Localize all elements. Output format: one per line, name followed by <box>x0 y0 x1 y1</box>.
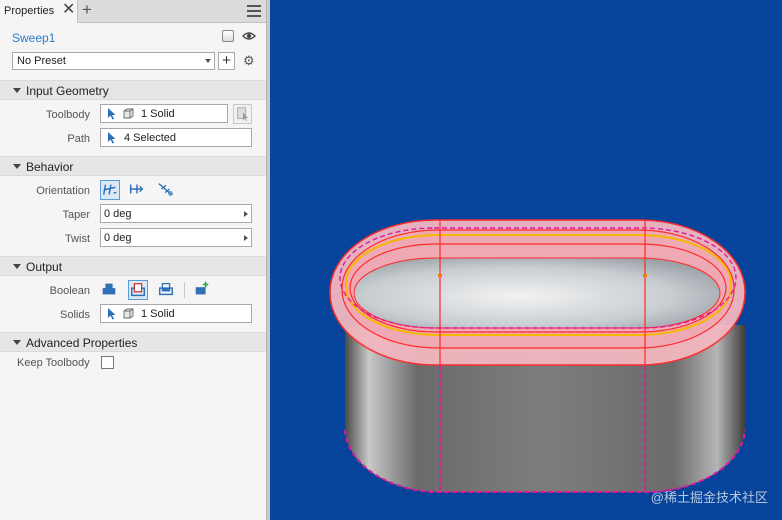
menu-icon[interactable] <box>247 5 261 17</box>
add-tab-icon[interactable]: + <box>82 1 92 19</box>
section-output[interactable]: Output <box>0 256 266 276</box>
watermark: @稀土掘金技术社区 <box>650 490 768 505</box>
select-cursor-icon <box>108 308 116 320</box>
orientation-guide-icon <box>158 183 173 196</box>
section-advanced-properties[interactable]: Advanced Properties <box>0 332 266 352</box>
properties-panel: Properties ✕ + Sweep1 No Preset + ⚙ Inpu… <box>0 0 266 520</box>
toolbody-selector[interactable]: 1 Solid <box>100 104 228 123</box>
new-solid-icon <box>195 281 209 295</box>
add-preset-button[interactable]: + <box>218 52 235 70</box>
tab-properties-label: Properties <box>4 5 55 17</box>
orientation-perpendicular-button[interactable] <box>100 180 120 200</box>
toolbody-value: 1 Solid <box>141 108 175 120</box>
boolean-label: Boolean <box>49 285 90 297</box>
toolbody-label: Toolbody <box>45 109 90 121</box>
twist-input[interactable]: 0 deg <box>100 228 252 247</box>
taper-value: 0 deg <box>104 208 132 220</box>
section-title: Advanced Properties <box>26 336 138 350</box>
boolean-cut-button[interactable] <box>128 280 148 300</box>
collapse-triangle-icon <box>13 164 21 169</box>
solid-body-icon <box>123 108 134 119</box>
keep-toolbody-checkbox[interactable] <box>101 356 114 369</box>
select-cursor-icon <box>108 108 116 120</box>
chevron-right-icon[interactable] <box>244 211 248 217</box>
chevron-right-icon[interactable] <box>244 235 248 241</box>
intersect-icon <box>158 282 174 296</box>
collapse-triangle-icon <box>13 340 21 345</box>
gear-icon[interactable]: ⚙ <box>243 54 255 68</box>
panel-tabbar: Properties ✕ + <box>0 0 266 23</box>
preset-value: No Preset <box>17 55 66 67</box>
taper-input[interactable]: 0 deg <box>100 204 252 223</box>
orientation-label: Orientation <box>36 185 90 197</box>
boolean-intersect-button[interactable] <box>157 280 177 300</box>
cavity-floor <box>353 257 721 329</box>
path-selector[interactable]: 4 Selected <box>100 128 252 147</box>
close-icon[interactable]: ✕ <box>62 2 75 18</box>
path-value: 4 Selected <box>124 132 176 144</box>
section-behavior[interactable]: Behavior <box>0 156 266 176</box>
chevron-down-icon <box>205 59 211 63</box>
boolean-join-button[interactable] <box>100 280 120 300</box>
boolean-new-solid-button[interactable] <box>193 280 213 300</box>
point-marker <box>643 274 647 277</box>
tab-properties[interactable]: Properties ✕ <box>0 0 78 23</box>
solids-value: 1 Solid <box>141 308 175 320</box>
section-input-geometry[interactable]: Input Geometry <box>0 80 266 100</box>
pick-body-icon <box>237 107 248 122</box>
solids-label: Solids <box>60 309 90 321</box>
eye-icon[interactable] <box>242 31 256 41</box>
cube-icon[interactable] <box>222 30 234 42</box>
preset-dropdown[interactable]: No Preset <box>12 52 215 70</box>
path-label: Path <box>67 133 90 145</box>
collapse-triangle-icon <box>13 264 21 269</box>
point-marker <box>438 274 442 277</box>
section-title: Behavior <box>26 160 74 174</box>
join-icon <box>102 283 116 295</box>
collapse-triangle-icon <box>13 88 21 93</box>
section-title: Output <box>26 260 63 274</box>
keep-toolbody-label: Keep Toolbody <box>17 357 90 369</box>
select-cursor-icon <box>108 132 116 144</box>
orientation-parallel-button[interactable] <box>128 180 148 200</box>
orientation-perpendicular-icon <box>102 184 117 195</box>
3d-viewport[interactable]: @稀土掘金技术社区 <box>270 0 782 520</box>
orientation-guide-button[interactable] <box>157 180 177 200</box>
section-title: Input Geometry <box>26 84 109 98</box>
orientation-parallel-icon <box>129 184 144 194</box>
sweep-model[interactable] <box>270 0 782 520</box>
twist-value: 0 deg <box>104 232 132 244</box>
toolbody-options-button[interactable] <box>233 104 252 124</box>
twist-label: Twist <box>64 233 90 245</box>
feature-name[interactable]: Sweep1 <box>12 31 55 45</box>
cut-icon <box>130 283 146 297</box>
taper-label: Taper <box>62 209 90 221</box>
solid-body-icon <box>123 308 134 319</box>
solids-selector[interactable]: 1 Solid <box>100 304 252 323</box>
divider <box>184 282 185 298</box>
